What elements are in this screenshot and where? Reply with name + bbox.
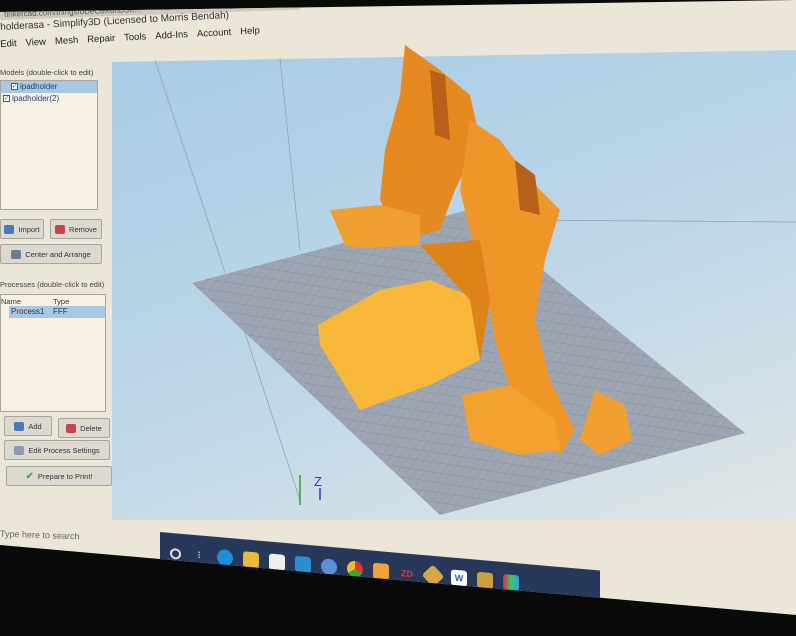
mail-icon[interactable] [295,555,311,574]
thunderbird-icon[interactable] [321,558,337,576]
file-explorer-icon[interactable] [243,551,259,569]
simplify3d-icon[interactable] [477,571,493,590]
z-axis-label: Z [314,474,322,489]
monitor-screen: tinkercad.com/things/0DeCoX6nD3K... hold… [0,0,796,615]
app-icon[interactable] [503,574,519,592]
zd-app-icon[interactable]: ZD [399,565,415,582]
outlook-icon[interactable] [373,562,389,581]
package-icon[interactable] [421,564,445,588]
scene: Z [154,45,796,515]
store-icon[interactable] [269,553,285,571]
task-view-icon[interactable]: ⫶ [191,547,207,564]
cortana-icon[interactable] [170,547,181,560]
chrome-icon[interactable] [347,560,363,578]
edge-icon[interactable] [217,548,233,567]
word-icon[interactable]: W [451,569,467,587]
